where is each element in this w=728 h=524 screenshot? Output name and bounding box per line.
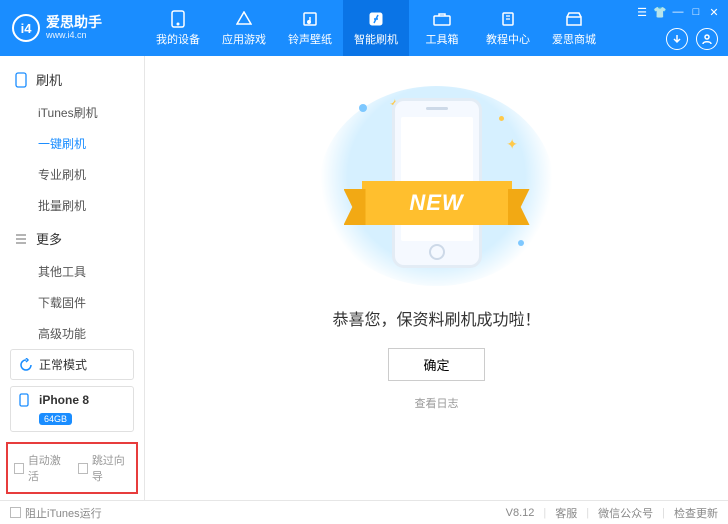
nav-tutorials[interactable]: 教程中心: [475, 0, 541, 56]
sidebar-item-oneclick-flash[interactable]: 一键刷机: [0, 128, 144, 159]
nav-flash[interactable]: 智能刷机: [343, 0, 409, 56]
sidebar-item-download-firmware[interactable]: 下载固件: [0, 287, 144, 318]
flash-icon: [367, 10, 385, 28]
ok-button[interactable]: 确定: [388, 348, 484, 381]
checkbox-icon: [78, 463, 88, 474]
logo-text: 爱思助手 www.i4.cn: [46, 15, 102, 40]
checkbox-auto-activate[interactable]: 自动激活: [14, 452, 66, 484]
sidebar: 刷机 iTunes刷机 一键刷机 专业刷机 批量刷机 更多 其他工具 下载固件 …: [0, 56, 145, 500]
maximize-button[interactable]: □: [690, 6, 702, 18]
nav-label: 工具箱: [426, 31, 459, 47]
checkbox-label: 自动激活: [28, 452, 66, 484]
mode-label: 正常模式: [39, 356, 87, 373]
statusbar: 阻止iTunes运行 V8.12 | 客服 | 微信公众号 | 检查更新: [0, 500, 728, 524]
nav-apps[interactable]: 应用游戏: [211, 0, 277, 56]
titlebar: i4 爱思助手 www.i4.cn 我的设备 应用游戏 铃声壁纸 智能刷机 工具…: [0, 0, 728, 56]
close-button[interactable]: ✕: [708, 6, 720, 18]
sidebar-item-batch-flash[interactable]: 批量刷机: [0, 190, 144, 221]
refresh-icon: [19, 358, 33, 372]
sidebar-item-other-tools[interactable]: 其他工具: [0, 256, 144, 287]
nav-ringtones[interactable]: 铃声壁纸: [277, 0, 343, 56]
nav-store[interactable]: 爱思商城: [541, 0, 607, 56]
toolbox-icon: [433, 10, 451, 28]
sidebar-item-pro-flash[interactable]: 专业刷机: [0, 159, 144, 190]
sidebar-group-more[interactable]: 更多: [0, 221, 144, 256]
titlebar-actions: [666, 28, 718, 50]
view-log-link[interactable]: 查看日志: [415, 395, 459, 411]
brand-name: 爱思助手: [46, 15, 102, 30]
book-icon: [499, 10, 517, 28]
skin-button[interactable]: 👕: [654, 6, 666, 18]
sidebar-group-title: 更多: [36, 229, 62, 248]
nav-toolbox[interactable]: 工具箱: [409, 0, 475, 56]
minimize-button[interactable]: —: [672, 6, 684, 18]
checkbox-label: 跳过向导: [92, 452, 130, 484]
sidebar-group-title: 刷机: [36, 70, 62, 89]
note-icon: [301, 10, 319, 28]
menu-icon: [14, 232, 28, 246]
menu-button[interactable]: ☰: [636, 6, 648, 18]
update-link[interactable]: 检查更新: [674, 505, 718, 521]
store-icon: [565, 10, 583, 28]
nav-label: 铃声壁纸: [288, 31, 332, 47]
storage-badge: 64GB: [39, 413, 72, 425]
success-message: 恭喜您，保资料刷机成功啦！: [332, 306, 540, 330]
nav-label: 我的设备: [156, 31, 200, 47]
logo[interactable]: i4 爱思助手 www.i4.cn: [0, 14, 145, 42]
wechat-link[interactable]: 微信公众号: [598, 505, 653, 521]
sidebar-group-flash[interactable]: 刷机: [0, 62, 144, 97]
support-link[interactable]: 客服: [555, 505, 577, 521]
checkbox-icon: [10, 507, 21, 518]
device-name: iPhone 8: [39, 393, 89, 407]
download-button[interactable]: [666, 28, 688, 50]
checkbox-label: 阻止iTunes运行: [25, 505, 102, 521]
logo-icon: i4: [12, 14, 40, 42]
app-icon: [235, 10, 253, 28]
version-label: V8.12: [506, 507, 535, 519]
brand-url: www.i4.cn: [46, 31, 102, 41]
nav-label: 智能刷机: [354, 31, 398, 47]
phone-icon: [169, 10, 187, 28]
success-illustration: ✦✦ NEW: [319, 86, 554, 286]
flash-options-highlight: 自动激活 跳过向导: [6, 442, 138, 494]
sidebar-item-itunes-flash[interactable]: iTunes刷机: [0, 97, 144, 128]
checkbox-block-itunes[interactable]: 阻止iTunes运行: [10, 505, 102, 521]
device-icon: [14, 73, 28, 87]
new-ribbon: NEW: [362, 181, 512, 225]
window-controls: ☰ 👕 — □ ✕: [636, 6, 720, 18]
nav-label: 教程中心: [486, 31, 530, 47]
checkbox-skip-guide[interactable]: 跳过向导: [78, 452, 130, 484]
nav-label: 应用游戏: [222, 31, 266, 47]
checkbox-icon: [14, 463, 24, 474]
body: 刷机 iTunes刷机 一键刷机 专业刷机 批量刷机 更多 其他工具 下载固件 …: [0, 56, 728, 500]
phone-small-icon: [19, 393, 33, 407]
top-nav: 我的设备 应用游戏 铃声壁纸 智能刷机 工具箱 教程中心 爱思商城: [145, 0, 607, 56]
nav-label: 爱思商城: [552, 31, 596, 47]
nav-my-device[interactable]: 我的设备: [145, 0, 211, 56]
device-info[interactable]: iPhone 8 64GB: [10, 386, 134, 432]
user-button[interactable]: [696, 28, 718, 50]
sidebar-item-advanced[interactable]: 高级功能: [0, 318, 144, 343]
device-mode[interactable]: 正常模式: [10, 349, 134, 380]
main-content: ✦✦ NEW 恭喜您，保资料刷机成功啦！ 确定 查看日志: [145, 56, 728, 500]
